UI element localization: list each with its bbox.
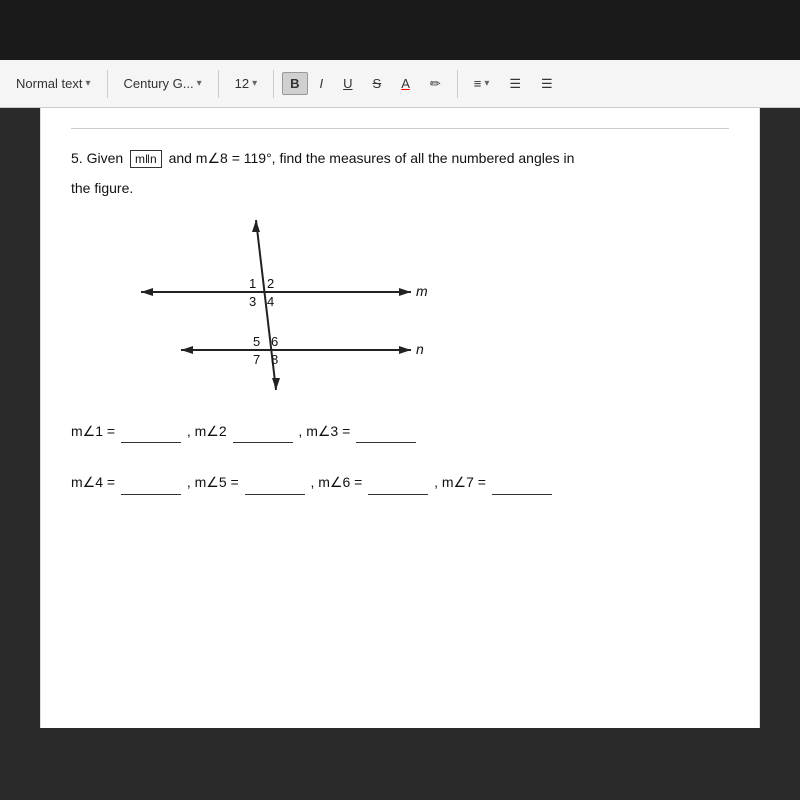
font-chevron: ▾	[197, 78, 202, 89]
toolbar: Normal text ▾ Century G... ▾ 12 ▾ B I U …	[0, 60, 800, 108]
toolbar-divider-2	[218, 70, 219, 98]
list2-button[interactable]: ☰	[533, 72, 561, 96]
size-chevron: ▾	[252, 78, 257, 89]
svg-text:2: 2	[267, 276, 274, 291]
blank-4	[121, 471, 181, 494]
document-area: 5. Given m‖n and m∠8 = 119°, find the me…	[40, 108, 760, 728]
answers-row2: m∠4 = , m∠5 = , m∠6 = , m∠7 =	[71, 471, 729, 494]
answers-spacer	[71, 451, 729, 471]
parallel-notation: m‖n	[130, 150, 162, 168]
size-dropdown[interactable]: 12 ▾	[227, 72, 266, 95]
blank-7	[492, 471, 552, 494]
svg-text:m: m	[416, 283, 428, 299]
style-label: Normal text	[16, 76, 82, 91]
problem-number: 5. Given	[71, 150, 127, 166]
bold-button[interactable]: B	[282, 72, 307, 95]
font-label: Century G...	[124, 76, 194, 91]
problem-statement: 5. Given m‖n and m∠8 = 119°, find the me…	[71, 147, 729, 169]
blank-5	[245, 471, 305, 494]
svg-text:1: 1	[249, 276, 256, 291]
problem-continuation: the figure.	[71, 177, 729, 199]
font-color-button[interactable]: A	[393, 72, 418, 95]
diagram-area: 1 2 3 4 5 6 7 8 m n	[101, 210, 441, 410]
toolbar-divider-4	[457, 70, 458, 98]
svg-text:5: 5	[253, 334, 260, 349]
italic-button[interactable]: I	[312, 72, 332, 95]
blank-6	[368, 471, 428, 494]
top-bar	[0, 0, 800, 60]
toolbar-divider-3	[273, 70, 274, 98]
align-chevron: ▾	[484, 78, 489, 89]
blank-1	[121, 420, 181, 443]
underline-button[interactable]: U	[335, 72, 360, 95]
style-chevron: ▾	[85, 78, 90, 89]
svg-text:6: 6	[271, 334, 278, 349]
style-dropdown[interactable]: Normal text ▾	[8, 72, 99, 95]
svg-text:n: n	[416, 341, 424, 357]
svg-text:3: 3	[249, 294, 256, 309]
highlight-button[interactable]: ✏	[422, 72, 449, 96]
font-dropdown[interactable]: Century G... ▾	[116, 72, 210, 95]
blank-3	[356, 420, 416, 443]
answers-row1: m∠1 = , m∠2 , m∠3 =	[71, 420, 729, 443]
svg-text:7: 7	[253, 352, 260, 367]
svg-text:4: 4	[267, 294, 274, 309]
diagram-svg: 1 2 3 4 5 6 7 8 m n	[101, 210, 461, 410]
problem-condition: and m∠8 = 119°, find the measures of all…	[169, 150, 575, 166]
align-button[interactable]: ≡ ▾	[466, 72, 498, 95]
svg-text:8: 8	[271, 352, 278, 367]
strikethrough-button[interactable]: S	[365, 72, 390, 95]
size-label: 12	[235, 76, 249, 91]
blank-2	[233, 420, 293, 443]
doc-rule	[71, 128, 729, 129]
toolbar-divider-1	[107, 70, 108, 98]
list1-button[interactable]: ☰	[501, 72, 529, 96]
